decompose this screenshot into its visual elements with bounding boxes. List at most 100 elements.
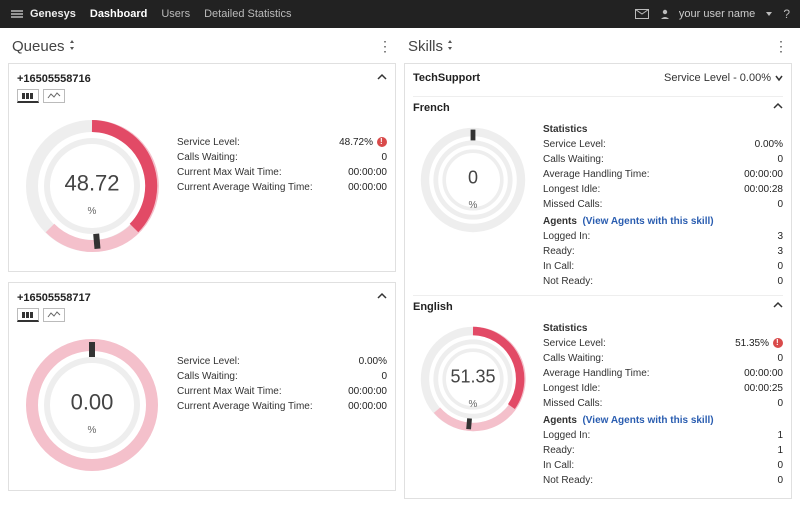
queue-header[interactable]: +16505558716	[17, 70, 387, 89]
stat-value: 00:00:25	[744, 381, 783, 396]
queues-panel-title: Queues	[12, 38, 65, 55]
collapse-icon[interactable]	[377, 291, 387, 304]
queue-phone-number: +16505558716	[17, 73, 91, 85]
stat-value: 48.72%	[339, 135, 387, 150]
queue-header[interactable]: +16505558717	[17, 289, 387, 308]
stat-label: Ready:	[543, 443, 575, 458]
nav-dashboard[interactable]: Dashboard	[90, 8, 147, 20]
skill-stats: Statistics Service Level:0.00% Calls Wai…	[543, 120, 783, 289]
chevron-down-icon	[775, 74, 783, 82]
stat-value: 00:00:00	[348, 399, 387, 414]
stat-value: 0.00%	[359, 354, 387, 369]
stat-label: In Call:	[543, 259, 574, 274]
stat-label: Current Average Waiting Time:	[177, 399, 313, 414]
queues-more-menu-icon[interactable]: ⋮	[378, 38, 392, 55]
stat-label: Ready:	[543, 244, 575, 259]
sparkline-view-button[interactable]	[43, 308, 65, 322]
skill-header[interactable]: English	[413, 295, 783, 319]
skill-name: English	[413, 301, 453, 313]
stat-label: Current Max Wait Time:	[177, 384, 282, 399]
collapse-icon[interactable]	[773, 101, 783, 114]
user-icon[interactable]	[659, 8, 671, 20]
skill-header[interactable]: French	[413, 96, 783, 120]
collapse-icon[interactable]	[377, 72, 387, 85]
skill-group-card: TechSupport Service Level - 0.00% French	[404, 63, 792, 499]
sort-icon[interactable]	[69, 39, 79, 54]
skill-group-header[interactable]: TechSupport Service Level - 0.00%	[413, 70, 783, 90]
skill-group-name: TechSupport	[413, 72, 480, 84]
queue-phone-number: +16505558717	[17, 292, 91, 304]
stat-value: 00:00:00	[744, 167, 783, 182]
stat-value: 00:00:28	[744, 182, 783, 197]
stat-value: 0.00%	[755, 137, 783, 152]
agents-heading: Agents (View Agents with this skill)	[543, 415, 783, 426]
stat-value: 1	[777, 428, 783, 443]
stat-label: Service Level:	[543, 137, 606, 152]
sparkline-view-button[interactable]	[43, 89, 65, 103]
main-content: Queues ⋮ +16505558716	[0, 28, 800, 515]
warning-icon	[377, 137, 387, 147]
skills-panel-header: Skills ⋮	[404, 34, 792, 63]
stat-value: 0	[777, 259, 783, 274]
help-icon[interactable]: ?	[783, 7, 790, 21]
stat-value: 00:00:00	[744, 366, 783, 381]
stat-label: Service Level:	[543, 336, 606, 351]
stat-value: 51.35%	[735, 336, 783, 351]
gauge-view-button[interactable]	[17, 89, 39, 103]
stat-label: Longest Idle:	[543, 381, 600, 396]
nav-detailed-statistics[interactable]: Detailed Statistics	[204, 8, 291, 20]
view-agents-link[interactable]: (View Agents with this skill)	[582, 216, 713, 227]
stat-label: Calls Waiting:	[177, 369, 238, 384]
stat-value: 1	[777, 443, 783, 458]
skills-more-menu-icon[interactable]: ⋮	[774, 38, 788, 55]
statistics-heading: Statistics	[543, 323, 783, 334]
skill-group-service-level-dropdown[interactable]: Service Level - 0.00%	[664, 72, 783, 84]
view-toggle	[17, 89, 387, 111]
stat-label: Logged In:	[543, 428, 590, 443]
messages-icon[interactable]	[635, 9, 649, 19]
gauge-view-button[interactable]	[17, 308, 39, 322]
stat-label: Not Ready:	[543, 274, 593, 289]
gauge-value: 51.35	[450, 366, 495, 387]
stat-value: 0	[777, 458, 783, 473]
top-navbar: Genesys Dashboard Users Detailed Statist…	[0, 0, 800, 28]
sort-icon[interactable]	[447, 39, 457, 54]
stat-label: Not Ready:	[543, 473, 593, 488]
stat-label: Calls Waiting:	[543, 152, 604, 167]
view-agents-link[interactable]: (View Agents with this skill)	[582, 415, 713, 426]
stat-value: 00:00:00	[348, 384, 387, 399]
warning-icon	[773, 338, 783, 348]
view-toggle	[17, 308, 387, 330]
username-label[interactable]: your user name	[679, 8, 755, 20]
agents-heading: Agents (View Agents with this skill)	[543, 216, 783, 227]
stat-value: 0	[777, 152, 783, 167]
nav-users[interactable]: Users	[161, 8, 190, 20]
brand-name: Genesys	[30, 8, 76, 20]
gauge-unit: %	[88, 425, 97, 436]
stat-label: Service Level:	[177, 135, 240, 150]
stat-label: Current Average Waiting Time:	[177, 180, 313, 195]
gauge-unit: %	[88, 206, 97, 217]
queue-gauge: 0.00 %	[17, 330, 167, 480]
stat-value: 00:00:00	[348, 165, 387, 180]
stat-label: Service Level:	[177, 354, 240, 369]
queue-card: +16505558716 48.72 %	[8, 63, 396, 272]
stat-value: 00:00:00	[348, 180, 387, 195]
stat-value: 0	[777, 396, 783, 411]
gauge-unit: %	[469, 200, 478, 211]
user-menu-caret-icon[interactable]	[765, 10, 773, 18]
skill-gauge: 0 %	[413, 120, 533, 240]
stat-value: 3	[777, 229, 783, 244]
collapse-icon[interactable]	[773, 300, 783, 313]
skill-gauge: 51.35 %	[413, 319, 533, 439]
stat-label: Longest Idle:	[543, 182, 600, 197]
gauge-value: 0	[468, 167, 478, 188]
stat-value: 0	[777, 197, 783, 212]
stat-label: Calls Waiting:	[177, 150, 238, 165]
stat-label: Missed Calls:	[543, 396, 602, 411]
stat-value: 0	[777, 351, 783, 366]
stat-value: 0	[777, 473, 783, 488]
queues-panel-header: Queues ⋮	[8, 34, 396, 63]
stat-label: Current Max Wait Time:	[177, 165, 282, 180]
skill-name: French	[413, 102, 450, 114]
